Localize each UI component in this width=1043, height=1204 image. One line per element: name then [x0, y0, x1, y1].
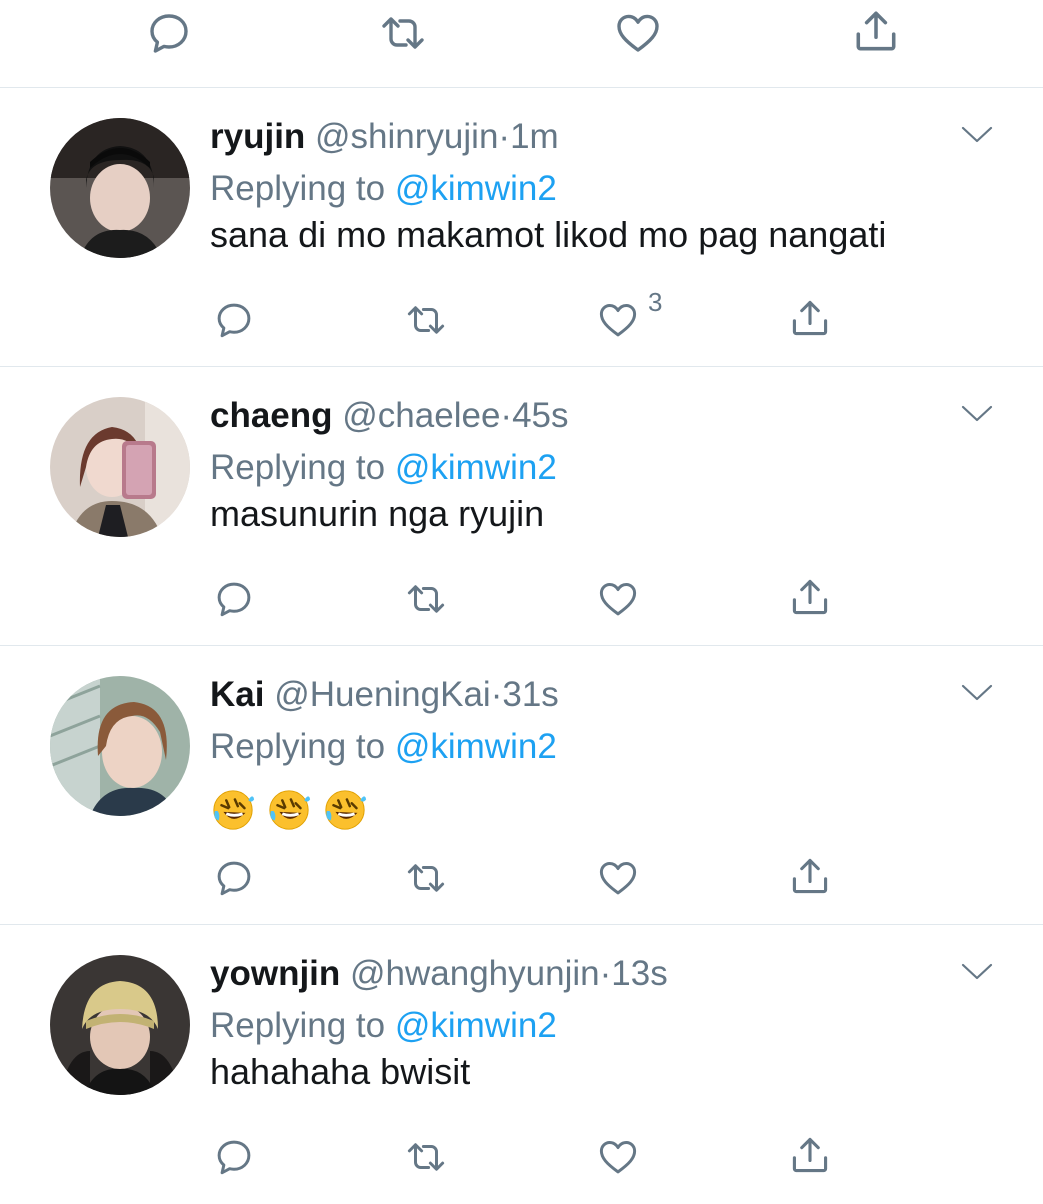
- chevron-down-icon[interactable]: [960, 680, 994, 704]
- reply-icon[interactable]: [213, 857, 255, 899]
- avatar[interactable]: [50, 397, 190, 537]
- replying-to: Replying to @kimwin2: [210, 725, 557, 769]
- display-name[interactable]: Kai: [210, 675, 264, 714]
- chevron-down-icon[interactable]: [960, 401, 994, 425]
- rolling-on-floor-laughing-emoji: [210, 787, 256, 833]
- separator: ·: [599, 954, 612, 993]
- replying-to-label: Replying to: [210, 169, 386, 208]
- like-icon[interactable]: [596, 299, 640, 341]
- share-icon[interactable]: [787, 1133, 833, 1177]
- display-name[interactable]: ryujin: [210, 117, 305, 156]
- share-icon[interactable]: [787, 575, 833, 619]
- share-icon[interactable]: [850, 6, 902, 56]
- user-handle[interactable]: @HueningKai: [274, 675, 491, 714]
- like-icon[interactable]: [596, 1136, 640, 1178]
- tweet-header: yownjin @hwanghyunjin·13s: [210, 952, 668, 996]
- tweet-text: hahahaha bwisit: [210, 1051, 471, 1092]
- replying-to-label: Replying to: [210, 1006, 386, 1045]
- like-icon[interactable]: [612, 9, 664, 57]
- tweet-header: chaeng @chaelee·45s: [210, 394, 569, 438]
- tweet-header: Kai @HueningKai·31s: [210, 673, 559, 717]
- tweet-header: ryujin @shinryujin·1m: [210, 115, 559, 159]
- reply-mention-link[interactable]: @kimwin2: [395, 169, 557, 208]
- display-name[interactable]: chaeng: [210, 396, 333, 435]
- reply-mention-link[interactable]: @kimwin2: [395, 1006, 557, 1045]
- tweet-item[interactable]: chaeng @chaelee·45s Replying to @kimwin2…: [0, 367, 1043, 646]
- retweet-icon[interactable]: [403, 299, 449, 341]
- avatar[interactable]: [50, 676, 190, 816]
- tweet-text: sana di mo makamot likod mo pag nangati: [210, 214, 887, 255]
- like-count: 3: [648, 287, 663, 317]
- tweet-text: masunurin nga ryujin: [210, 493, 545, 534]
- reply-mention-link[interactable]: @kimwin2: [395, 727, 557, 766]
- timestamp[interactable]: 31s: [502, 675, 558, 714]
- share-icon[interactable]: [787, 854, 833, 898]
- user-handle[interactable]: @hwanghyunjin: [350, 954, 600, 993]
- separator: ·: [500, 396, 513, 435]
- retweet-icon[interactable]: [403, 1136, 449, 1178]
- display-name[interactable]: yownjin: [210, 954, 340, 993]
- reply-icon[interactable]: [213, 299, 255, 341]
- reply-icon[interactable]: [213, 1136, 255, 1178]
- user-handle[interactable]: @chaelee: [342, 396, 500, 435]
- user-handle[interactable]: @shinryujin: [315, 117, 498, 156]
- retweet-icon[interactable]: [403, 857, 449, 899]
- avatar[interactable]: [50, 955, 190, 1095]
- like-icon[interactable]: [596, 578, 640, 620]
- share-icon[interactable]: [787, 296, 833, 340]
- chevron-down-icon[interactable]: [960, 959, 994, 983]
- reply-mention-link[interactable]: @kimwin2: [395, 448, 557, 487]
- tweet-item[interactable]: ryujin @shinryujin·1m Replying to @kimwi…: [0, 88, 1043, 367]
- rolling-on-floor-laughing-emoji: [322, 787, 368, 833]
- tweet-item[interactable]: yownjin @hwanghyunjin·13s Replying to @k…: [0, 925, 1043, 1204]
- like-icon[interactable]: [596, 857, 640, 899]
- timestamp[interactable]: 13s: [611, 954, 667, 993]
- replying-to-label: Replying to: [210, 448, 386, 487]
- retweet-icon[interactable]: [403, 578, 449, 620]
- separator: ·: [490, 675, 503, 714]
- avatar[interactable]: [50, 118, 190, 258]
- tweet-item[interactable]: Kai @HueningKai·31s Replying to @kimwin2: [0, 646, 1043, 925]
- replying-to: Replying to @kimwin2: [210, 1004, 557, 1048]
- tweet-text: [210, 782, 378, 834]
- separator: ·: [498, 117, 511, 156]
- replying-to: Replying to @kimwin2: [210, 446, 557, 490]
- timestamp[interactable]: 1m: [510, 117, 559, 156]
- reply-icon[interactable]: [145, 9, 193, 57]
- previous-tweet-action-bar: [0, 0, 1043, 88]
- chevron-down-icon[interactable]: [960, 122, 994, 146]
- rolling-on-floor-laughing-emoji: [266, 787, 312, 833]
- replying-to-label: Replying to: [210, 727, 386, 766]
- timestamp[interactable]: 45s: [512, 396, 568, 435]
- retweet-icon[interactable]: [377, 9, 429, 57]
- reply-icon[interactable]: [213, 578, 255, 620]
- replying-to: Replying to @kimwin2: [210, 167, 557, 211]
